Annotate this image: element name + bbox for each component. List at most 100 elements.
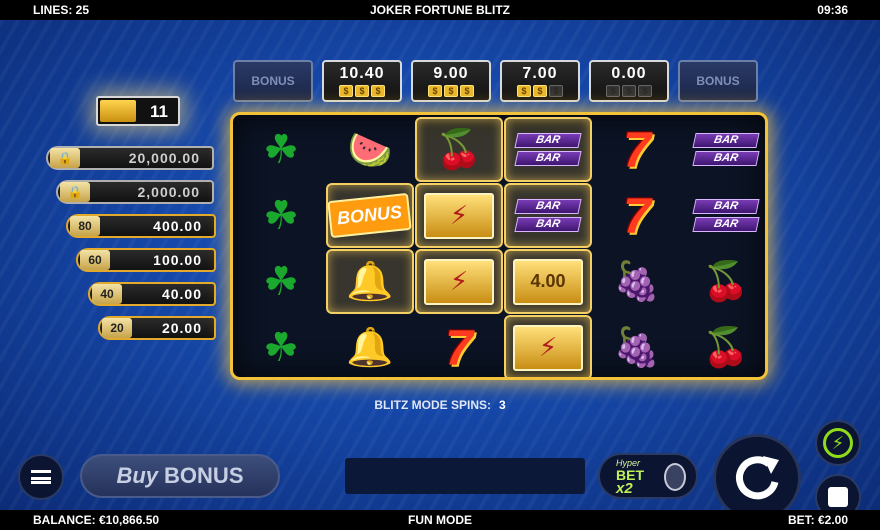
reel-cell: 7 <box>593 183 681 248</box>
lightning-gold-symbol: ⚡ <box>424 192 494 239</box>
clock: 09:36 <box>817 3 848 17</box>
bar-symbol: BAR BAR <box>514 133 582 166</box>
reel-cell: 🍇 <box>593 315 681 377</box>
ladder-tag: 40 <box>92 284 122 304</box>
reel-cell: 🔔 <box>326 249 414 314</box>
menu-button[interactable] <box>18 454 64 500</box>
jackpot-value: BONUS <box>696 74 740 88</box>
jackpot-value: 7.00 <box>522 65 558 82</box>
spin-arrow-icon <box>736 456 779 500</box>
bell-icon: 🔔 <box>346 260 394 303</box>
reel-cell: 7 <box>415 315 503 377</box>
stop-icon <box>828 487 848 507</box>
jackpot-coins: $ $ $ <box>502 85 578 97</box>
clover-icon: ☘ <box>263 193 299 238</box>
reel-cell: BAR BAR <box>504 117 592 182</box>
gold-value: 4.00 <box>530 271 566 291</box>
lightning-icon <box>100 100 136 122</box>
reel-cell: ☘ <box>237 249 325 314</box>
seven-symbol: 7 <box>623 121 651 178</box>
reel-cell: BAR BAR <box>504 183 592 248</box>
ladder-rung: 🔒 20,000.00 <box>46 146 214 170</box>
melon-icon: 🍉 <box>347 128 393 170</box>
reel-cell: ☘ <box>237 183 325 248</box>
jackpot-coins: $ $ $ <box>591 85 667 97</box>
coin-icon: $ <box>533 85 547 97</box>
buy-bonus-label-b: BONUS <box>164 463 244 488</box>
jackpot-box: 0.00 $ $ $ <box>589 60 669 102</box>
coin-icon: $ <box>606 85 620 97</box>
game-stage: BONUS 10.40 $ $ $9.00 $ $ $7.00 $ $ $0.00 $ $ $ BONUS … <box>0 20 880 510</box>
turbo-button[interactable]: ⚡ <box>815 420 861 466</box>
bar-label: BAR <box>692 217 760 232</box>
bar-label: BAR <box>692 133 760 148</box>
ladder-current-value: 11 <box>150 102 168 121</box>
gold-value-symbol: 4.00 <box>513 258 583 305</box>
lightning-bolt-icon: ⚡ <box>823 428 853 458</box>
ladder-rung: 🔒 2,000.00 <box>56 180 214 204</box>
reel-cell: BAR BAR <box>682 117 765 182</box>
coin-icon: $ <box>355 85 369 97</box>
bar-label: BAR <box>514 133 582 148</box>
blitz-label: BLITZ MODE SPINS: <box>374 398 491 412</box>
reel-cell: 🍒 <box>682 315 765 377</box>
reel-cell: ⚡ <box>504 315 592 377</box>
ladder-value: 20.00 <box>161 320 202 336</box>
reel-cell: 4.00 <box>504 249 592 314</box>
reel-cell: BAR BAR <box>682 183 765 248</box>
clover-icon: ☘ <box>263 325 299 370</box>
ladder-value: 100.00 <box>153 252 202 268</box>
bet-label: BET: €2.00 <box>787 513 848 527</box>
bar-label: BAR <box>692 151 760 166</box>
jackpot-box: BONUS <box>233 60 313 102</box>
reel-cell: 🍒 <box>682 249 765 314</box>
bell-icon: 🔔 <box>346 326 394 369</box>
ladder-tag: 80 <box>70 216 100 236</box>
ladder-rung: 80 400.00 <box>66 214 216 238</box>
jackpot-box: BONUS <box>678 60 758 102</box>
hyper-bet-button[interactable]: Hyper BET x2 <box>598 453 698 499</box>
buy-bonus-button[interactable]: Buy BONUS <box>80 454 280 498</box>
seven-symbol: 7 <box>445 319 473 376</box>
jackpot-value: 0.00 <box>611 65 647 82</box>
jackpot-box: 10.40 $ $ $ <box>322 60 402 102</box>
reel-cell: ☘ <box>237 117 325 182</box>
game-title: JOKER FORTUNE BLITZ <box>370 3 510 17</box>
top-status-bar: LINES: 25 JOKER FORTUNE BLITZ 09:36 <box>0 0 880 20</box>
coin-icon: $ <box>622 85 636 97</box>
lightning-gold-symbol: ⚡ <box>513 324 583 371</box>
bar-label: BAR <box>514 199 582 214</box>
ladder-value: 20,000.00 <box>128 150 200 166</box>
jackpot-coins: $ $ $ <box>413 85 489 97</box>
jackpot-value: BONUS <box>251 74 295 88</box>
cherry-icon: 🍒 <box>702 326 750 369</box>
reel-cell: 🍇 <box>593 249 681 314</box>
blitz-value: 3 <box>498 398 506 412</box>
buy-bonus-label-a: Buy <box>116 463 159 488</box>
reel-cell: ⚡ <box>415 249 503 314</box>
bonus-star-symbol: BONUS <box>327 192 413 239</box>
coin-icon: $ <box>549 85 563 97</box>
reel-cell: 🔔 <box>326 315 414 377</box>
bar-label: BAR <box>514 217 582 232</box>
hyper-multiplier: x2 <box>616 480 633 497</box>
jackpot-box: 7.00 $ $ $ <box>500 60 580 102</box>
coin-icon: $ <box>517 85 531 97</box>
bar-symbol: BAR BAR <box>692 133 760 166</box>
reel-grid: ☘ ☘ ☘ ☘ 🍉 BONUS 🔔 🔔 🍒 ⚡ ⚡ 7 BAR BAR BAR BAR 4.00 ⚡ 7 7 🍇 🍇 BAR… <box>230 112 768 380</box>
coin-icon: $ <box>444 85 458 97</box>
bar-symbol: BAR BAR <box>692 199 760 232</box>
coin-icon: $ <box>339 85 353 97</box>
ladder-rung: 20 20.00 <box>98 316 216 340</box>
lock-icon: 🔒 <box>50 148 80 168</box>
ladder-value: 400.00 <box>153 218 202 234</box>
reel-cell: ⚡ <box>415 183 503 248</box>
reel-cell: 🍉 <box>326 117 414 182</box>
jackpot-coins: $ $ $ <box>324 85 400 97</box>
ladder-value: 40.00 <box>161 286 202 302</box>
message-bar <box>345 458 585 494</box>
cherry-icon: 🍒 <box>435 128 483 171</box>
ladder-current: 11 <box>96 96 180 126</box>
coin-icon: $ <box>371 85 385 97</box>
hamburger-icon <box>31 470 51 484</box>
